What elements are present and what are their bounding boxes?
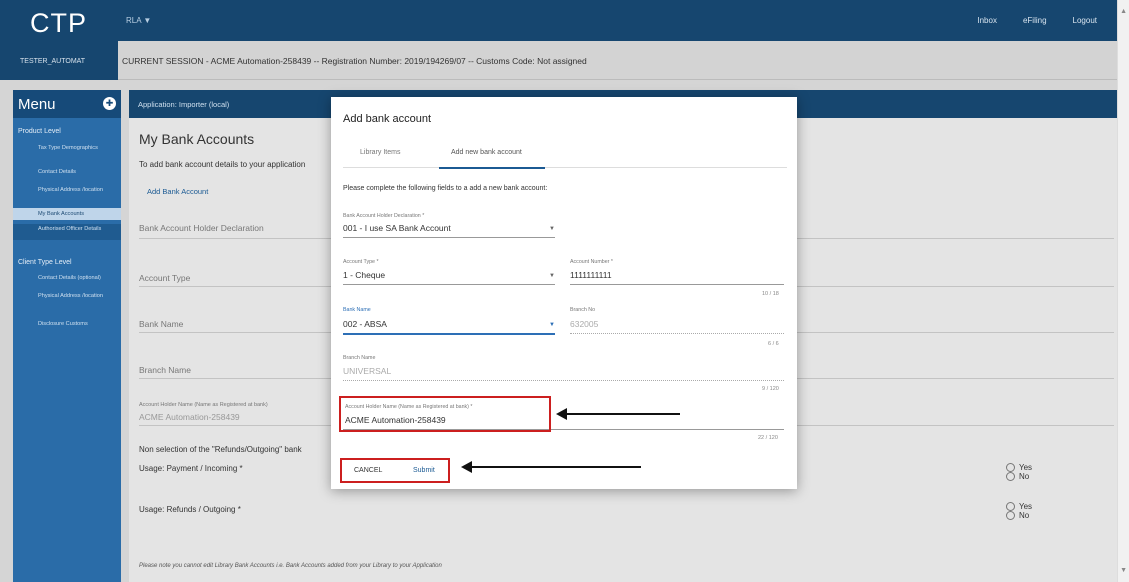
holder-name-label: Account Holder Name (Name as Registered … bbox=[139, 402, 268, 408]
annotation-arrow-line bbox=[566, 413, 680, 415]
sidebar-item-disclosure-customs[interactable]: Disclosure Customs bbox=[38, 321, 118, 328]
holder-name-counter: 22 / 120 bbox=[758, 435, 778, 441]
no-label: No bbox=[1019, 511, 1030, 520]
declaration-select[interactable]: 001 - I use SA Bank Account bbox=[343, 223, 451, 233]
annotation-box-buttons bbox=[340, 458, 450, 483]
branch-no-counter: 6 / 6 bbox=[768, 341, 779, 347]
non-selection-text: Non selection of the "Refunds/Outgoing" … bbox=[139, 445, 302, 454]
top-links: Inbox eFiling Logout bbox=[977, 16, 1097, 25]
modal-title: Add bank account bbox=[343, 113, 432, 125]
sidebar-item-contact-details-optional[interactable]: Contact Details (optional) bbox=[38, 275, 118, 282]
bank-name-underline bbox=[343, 333, 555, 335]
chevron-down-icon[interactable]: ▼ bbox=[549, 226, 555, 232]
menu-settings-icon[interactable]: ✚ bbox=[103, 97, 116, 110]
refunds-no-option[interactable]: No bbox=[1006, 511, 1032, 520]
branch-no-value: 632005 bbox=[570, 319, 599, 329]
annotation-arrow-line bbox=[471, 466, 641, 468]
usage-refunds-label: Usage: Refunds / Outgoing * bbox=[139, 505, 241, 514]
scroll-up-icon[interactable]: ▲ bbox=[1120, 8, 1127, 15]
menu-header: Menu ✚ bbox=[13, 90, 121, 118]
holder-declaration-field[interactable]: Bank Account Holder Declaration bbox=[139, 223, 264, 233]
no-label: No bbox=[1019, 472, 1030, 481]
yes-label: Yes bbox=[1019, 463, 1033, 472]
account-type-label: Account Type * bbox=[343, 259, 379, 265]
scroll-down-icon[interactable]: ▼ bbox=[1120, 567, 1127, 574]
active-tab-indicator bbox=[439, 167, 545, 169]
account-number-counter: 10 / 18 bbox=[762, 291, 779, 297]
tab-add-new-bank-account[interactable]: Add new bank account bbox=[451, 149, 522, 156]
efiling-link[interactable]: eFiling bbox=[1023, 16, 1047, 25]
declaration-label: Bank Account Holder Declaration * bbox=[343, 213, 425, 219]
inbox-link[interactable]: Inbox bbox=[977, 16, 997, 25]
sidebar-item-tax-type[interactable]: Tax Type Demographics bbox=[38, 145, 118, 152]
page-title: My Bank Accounts bbox=[139, 131, 255, 147]
usage-payment-label: Usage: Payment / Incoming * bbox=[139, 464, 243, 473]
app-menu-dropdown[interactable]: RLA ▼ bbox=[126, 16, 151, 25]
radio-icon[interactable] bbox=[1006, 463, 1015, 472]
account-type-select[interactable]: 1 - Cheque bbox=[343, 270, 385, 280]
annotation-arrow-left-icon bbox=[461, 461, 472, 473]
sidebar: Menu ✚ Product Level Tax Type Demographi… bbox=[13, 90, 121, 582]
refunds-yes-option[interactable]: Yes bbox=[1006, 502, 1032, 511]
chevron-down-icon[interactable]: ▼ bbox=[549, 273, 555, 279]
payment-radio-group: Yes No bbox=[1006, 463, 1032, 481]
top-bar: CTP RLA ▼ Inbox eFiling Logout bbox=[0, 0, 1117, 41]
app-logo[interactable]: CTP bbox=[30, 8, 87, 39]
radio-icon[interactable] bbox=[1006, 511, 1015, 520]
yes-label: Yes bbox=[1019, 502, 1033, 511]
account-type-field[interactable]: Account Type bbox=[139, 273, 190, 283]
annotation-arrow-left-icon bbox=[556, 408, 567, 420]
account-type-underline bbox=[343, 284, 555, 285]
modal-intro: Please complete the following fields to … bbox=[343, 185, 548, 192]
bank-name-label: Bank Name bbox=[343, 307, 371, 313]
branch-name-field[interactable]: Branch Name bbox=[139, 365, 191, 375]
sidebar-item-client-physical-address[interactable]: Physical Address /location bbox=[38, 293, 118, 300]
declaration-underline bbox=[343, 237, 555, 238]
branch-name-underline bbox=[343, 380, 784, 381]
modal-tabs: Library Items Add new bank account bbox=[343, 143, 787, 169]
menu-title: Menu bbox=[18, 96, 56, 113]
branch-no-underline bbox=[570, 333, 784, 334]
branch-no-label: Branch No bbox=[570, 307, 596, 313]
session-text: CURRENT SESSION - ACME Automation-258439… bbox=[122, 56, 587, 66]
client-level-heading: Client Type Level bbox=[18, 259, 72, 266]
session-bar: CURRENT SESSION - ACME Automation-258439… bbox=[118, 41, 1117, 80]
intro-text: To add bank account details to your appl… bbox=[139, 160, 306, 169]
sidebar-item-my-bank-accounts[interactable]: My Bank Accounts bbox=[13, 208, 121, 220]
sidebar-item-contact-details[interactable]: Contact Details bbox=[38, 169, 118, 176]
radio-icon[interactable] bbox=[1006, 502, 1015, 511]
chevron-down-icon[interactable]: ▼ bbox=[549, 322, 555, 328]
payment-yes-option[interactable]: Yes bbox=[1006, 463, 1032, 472]
logout-link[interactable]: Logout bbox=[1073, 16, 1097, 25]
holder-name-value[interactable]: ACME Automation-258439 bbox=[139, 412, 240, 422]
sidebar-item-authorised-officer[interactable]: Authorised Officer Details bbox=[13, 224, 121, 240]
branch-name-counter: 9 / 120 bbox=[762, 386, 779, 392]
account-number-underline bbox=[570, 284, 784, 285]
annotation-box-holder-name bbox=[339, 396, 551, 432]
bank-name-select[interactable]: 002 - ABSA bbox=[343, 319, 387, 329]
bank-name-field[interactable]: Bank Name bbox=[139, 319, 183, 329]
add-bank-account-link[interactable]: Add Bank Account bbox=[147, 187, 208, 196]
radio-icon[interactable] bbox=[1006, 472, 1015, 481]
tab-library-items[interactable]: Library Items bbox=[360, 149, 400, 156]
branch-name-value: UNIVERSAL bbox=[343, 366, 392, 376]
library-note: Please note you cannot edit Library Bank… bbox=[139, 563, 442, 569]
product-level-heading: Product Level bbox=[18, 128, 61, 135]
username: TESTER_AUTOMAT bbox=[20, 58, 86, 65]
user-box: TESTER_AUTOMAT bbox=[0, 41, 118, 80]
branch-name-label: Branch Name bbox=[343, 355, 376, 361]
account-number-label: Account Number * bbox=[570, 259, 613, 265]
sidebar-item-physical-address[interactable]: Physical Address /location bbox=[38, 187, 118, 194]
payment-no-option[interactable]: No bbox=[1006, 472, 1032, 481]
application-label: Application: Importer (local) bbox=[138, 100, 230, 109]
account-number-input[interactable]: 1111111111 bbox=[570, 270, 612, 280]
refunds-radio-group: Yes No bbox=[1006, 502, 1032, 520]
page-scrollbar[interactable]: ▲ ▼ bbox=[1117, 0, 1129, 582]
